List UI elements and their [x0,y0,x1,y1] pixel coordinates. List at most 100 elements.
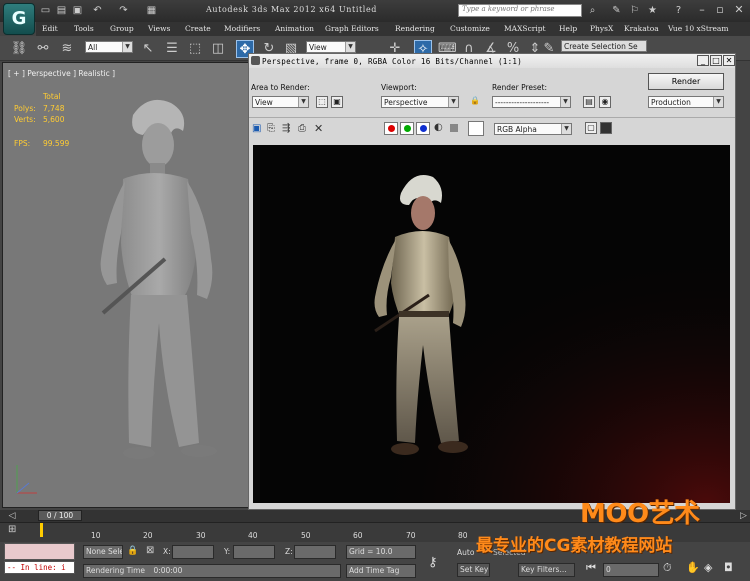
alpha-channel-icon[interactable]: ◐ [434,122,443,133]
menu-edit[interactable]: Edit [42,24,58,33]
current-frame-field[interactable]: 0 [603,563,659,577]
save-image-icon[interactable]: ▣ [252,123,261,134]
prev-frame-icon[interactable]: ◁ [0,510,24,522]
menu-views[interactable]: Views [148,24,170,33]
absolute-mode-icon[interactable]: ⊠ [146,545,154,556]
named-selection-dropdown[interactable]: Create Selection Se [561,40,647,52]
rectangular-selection-icon[interactable]: ⬚ [186,40,204,58]
red-channel-toggle[interactable] [384,122,398,135]
z-coordinate-field[interactable] [294,545,336,559]
green-channel-icon [403,125,411,132]
menu-physx[interactable]: PhysX [590,24,613,33]
clone-frame-icon[interactable]: ⇶ [282,123,290,134]
menu-tools[interactable]: Tools [74,24,94,33]
rendered-image-area[interactable] [253,145,730,503]
toggle-ui-icon[interactable] [600,122,612,134]
minimize-icon[interactable]: – [694,3,710,17]
lock-viewport-icon[interactable]: 🔒 [469,96,481,108]
redo-icon[interactable]: ↷ [118,5,129,16]
x-coordinate-field[interactable] [172,545,214,559]
rf-maximize-icon[interactable]: □ [710,55,722,66]
monochrome-icon[interactable] [450,124,458,132]
maxscript-listener-input[interactable]: -- In line: i [4,561,75,574]
viewport-dropdown[interactable]: Perspective ▼ [381,96,459,108]
close-icon[interactable]: ✕ [731,3,747,17]
reference-coordinate-dropdown[interactable]: View ▼ [306,41,356,53]
copy-image-icon[interactable]: ⎘ [267,123,275,134]
auto-key-button[interactable]: Auto [457,548,474,557]
mini-curve-editor-icon[interactable]: ⊞ [8,524,16,535]
render-button[interactable]: Render [648,73,724,90]
toggle-ui-overlay-icon[interactable]: ▢ [585,122,597,134]
verts-value: 5,600 [43,115,65,124]
favorites-icon[interactable]: ★ [646,4,659,17]
go-to-start-icon[interactable]: ⏮ [586,561,596,575]
restore-icon[interactable]: ▫ [712,3,728,17]
unlink-icon[interactable]: ⚯ [34,40,52,58]
menu-krakatoa[interactable]: Krakatoa [624,24,659,33]
menu-customize[interactable]: Customize [450,24,490,33]
menu-animation[interactable]: Animation [275,24,314,33]
tools-icon[interactable]: ✎ [610,4,623,17]
display-channel-dropdown[interactable]: RGB Alpha ▼ [494,123,572,135]
maxscript-listener-top[interactable] [4,543,75,560]
project-folder-icon[interactable]: ▦ [146,5,157,16]
viewport-label-rf: Viewport: [381,83,417,92]
blue-channel-toggle[interactable] [416,122,430,135]
new-file-icon[interactable]: ▭ [40,5,51,16]
blue-channel-icon [419,125,427,132]
tick-label: 80 [458,531,468,540]
help-icon[interactable]: ? [672,4,685,17]
menu-graph-editors[interactable]: Graph Editors [325,24,379,33]
menu-group[interactable]: Group [110,24,134,33]
time-config-icon[interactable]: ⏱ [663,561,672,575]
green-channel-toggle[interactable] [400,122,414,135]
communication-icon[interactable]: ⚐ [628,4,641,17]
clear-icon[interactable]: ✕ [314,122,323,135]
print-image-icon[interactable]: ⎙ [298,123,306,134]
window-crossing-icon[interactable]: ◫ [209,40,227,58]
selection-lock-icon[interactable]: 🔒 [127,546,138,556]
app-logo-icon[interactable]: G [3,3,35,35]
edit-region-icon[interactable]: ⬚ [316,96,328,108]
set-key-button[interactable]: Set Key [457,563,490,577]
select-by-name-icon[interactable]: ☰ [163,40,181,58]
area-to-render-dropdown[interactable]: View ▼ [252,96,309,108]
render-mode-dropdown[interactable]: Production ▼ [648,96,724,108]
rendering-time-value: 0:00:00 [153,566,183,575]
maximize-viewport-icon[interactable]: ◘ [724,561,733,574]
select-object-icon[interactable]: ↖ [139,40,157,58]
selection-filter-dropdown[interactable]: All ▼ [85,41,133,53]
search-input[interactable]: Type a keyword or phrase [458,4,582,17]
rf-minimize-icon[interactable]: _ [697,55,709,66]
zoom-icon[interactable]: ✋ [686,561,700,574]
environment-effects-icon[interactable]: ◉ [599,96,611,108]
save-file-icon[interactable]: ▣ [72,5,83,16]
menu-vue-xstream[interactable]: Vue 10 xStream [668,24,729,33]
menu-maxscript[interactable]: MAXScript [504,24,546,33]
key-filters-button[interactable]: Key Filters... [518,563,575,577]
render-setup-icon[interactable]: ▤ [583,96,595,108]
orbit-icon[interactable]: ◈ [704,561,712,574]
menu-modifiers[interactable]: Modifiers [224,24,260,33]
menu-help[interactable]: Help [559,24,577,33]
open-file-icon[interactable]: ▤ [56,5,67,16]
menu-rendering[interactable]: Rendering [395,24,435,33]
viewport-label[interactable]: [ + ] Perspective ] Realistic ] [8,69,115,78]
perspective-viewport[interactable] [2,62,250,508]
key-icon[interactable]: ⚷ [428,555,438,570]
auto-region-selected-icon[interactable]: ▣ [331,96,343,108]
menu-create[interactable]: Create [185,24,211,33]
render-mode-value: Production [651,98,691,107]
swatch[interactable] [468,121,484,136]
time-slider-handle[interactable]: 0 / 100 [38,510,82,521]
rf-close-icon[interactable]: ✕ [723,55,735,66]
undo-icon[interactable]: ↶ [92,5,103,16]
next-frame-icon[interactable]: ▷ [737,510,750,522]
y-coordinate-field[interactable] [233,545,275,559]
add-time-tag-button[interactable]: Add Time Tag [346,564,416,578]
search-icon[interactable]: ⌕ [586,4,599,17]
bind-space-warp-icon[interactable]: ≋ [58,40,76,58]
render-preset-dropdown[interactable]: -------------------- ▼ [492,96,571,108]
select-and-link-icon[interactable]: ⛓ [10,40,28,58]
